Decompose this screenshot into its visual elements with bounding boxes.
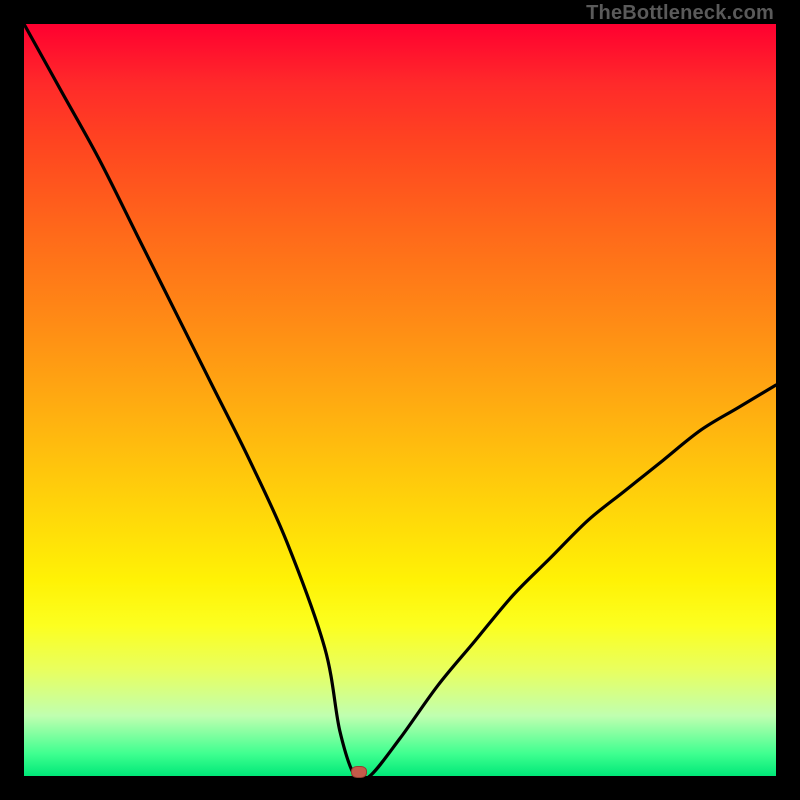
plot-area (24, 24, 776, 776)
chart-frame: TheBottleneck.com (0, 0, 800, 800)
bottleneck-curve (24, 24, 776, 776)
watermark-text: TheBottleneck.com (586, 2, 774, 25)
optimum-marker (351, 766, 367, 778)
